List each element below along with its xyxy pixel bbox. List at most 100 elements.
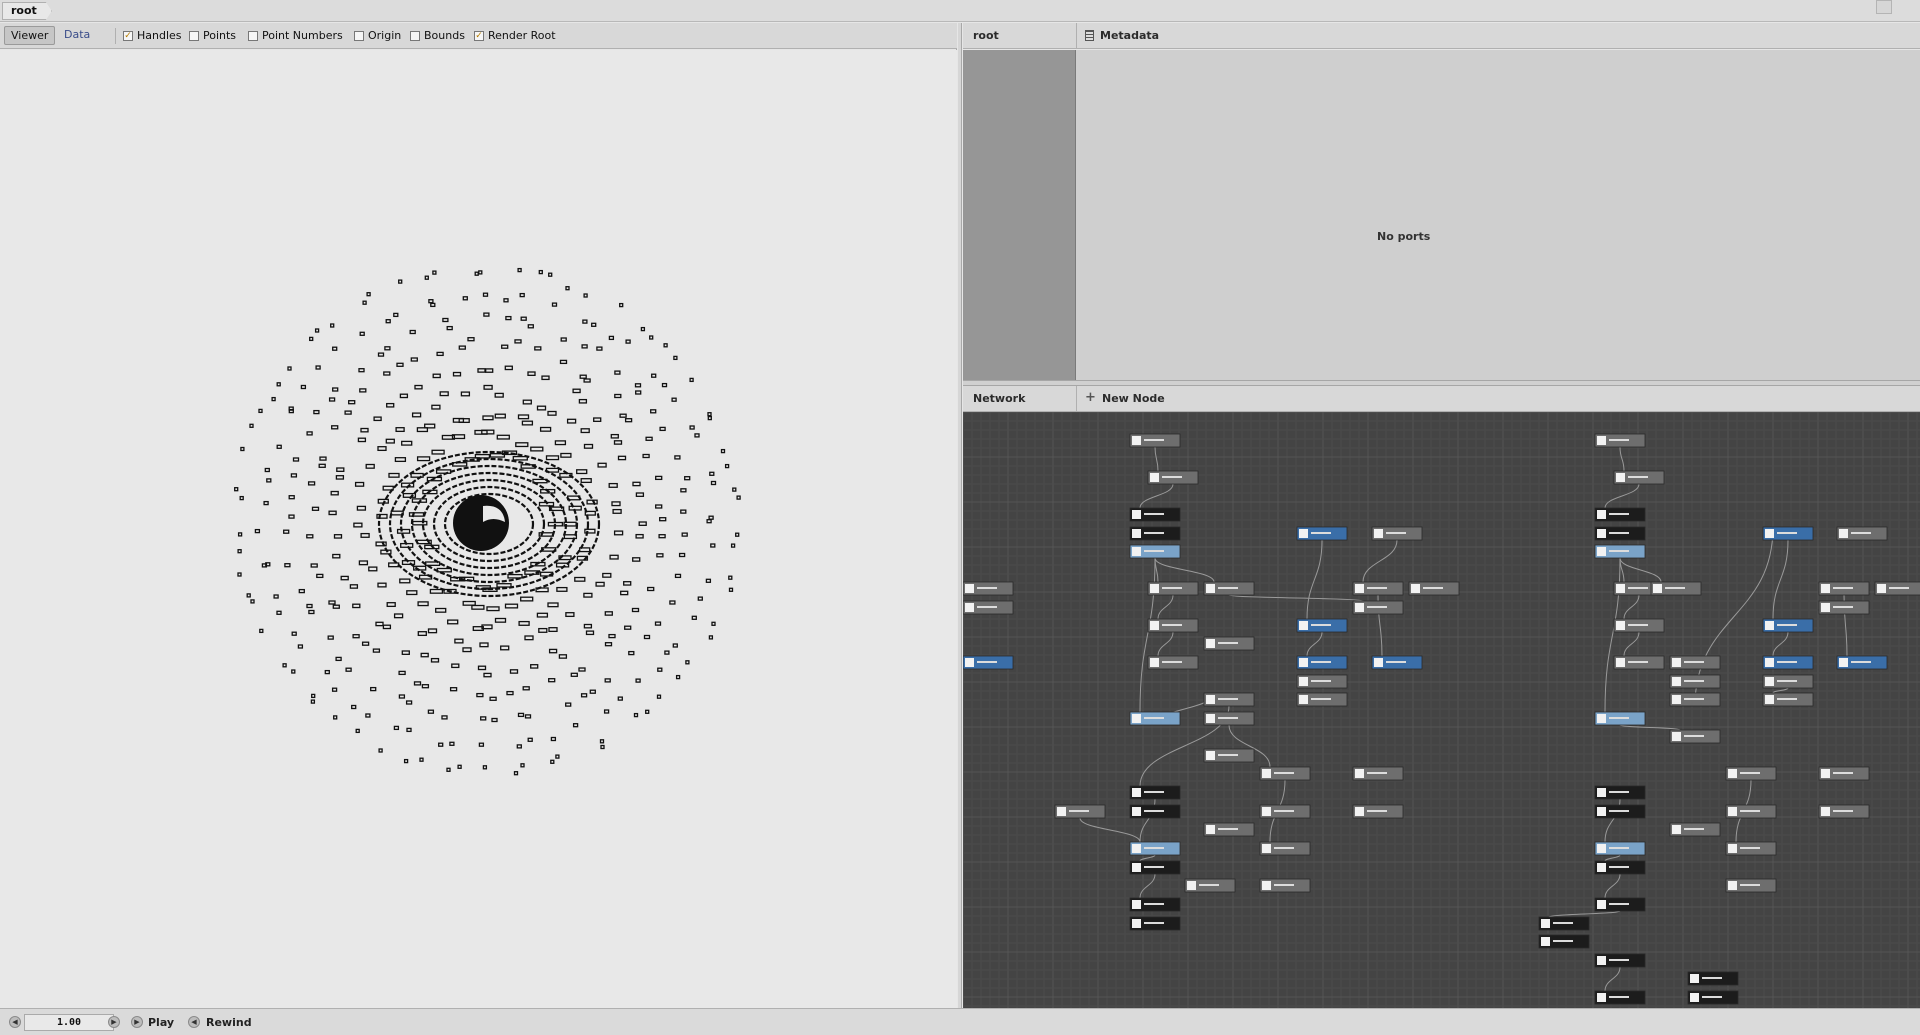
network-node[interactable] [1613,655,1665,670]
network-node[interactable] [1818,600,1870,615]
rewind-button[interactable]: Rewind [206,1016,252,1029]
network-node[interactable] [963,581,1014,596]
list-icon[interactable] [1085,30,1094,41]
network-node[interactable] [1296,618,1348,633]
tab-viewer[interactable]: Viewer [4,26,56,45]
network-node[interactable] [963,600,1014,615]
network-node[interactable] [1594,841,1646,856]
network-node[interactable] [1203,822,1255,837]
network-node[interactable] [1203,636,1255,651]
checkbox-icon[interactable] [189,30,199,41]
network-node[interactable] [1147,581,1199,596]
network-node[interactable] [1129,860,1181,875]
network-node[interactable] [1203,692,1255,707]
network-node[interactable] [1818,766,1870,781]
network-node[interactable] [1836,655,1888,670]
vertical-splitter[interactable] [958,23,962,1008]
network-node[interactable] [1613,618,1665,633]
checkbox-icon[interactable] [354,30,364,41]
viewer-canvas[interactable] [0,50,957,1008]
toggle-points[interactable]: Points [189,29,236,42]
breadcrumb-root[interactable]: root [2,2,52,20]
network-node[interactable] [1669,729,1721,744]
tab-data[interactable]: Data [58,26,96,45]
network-node[interactable] [1594,544,1646,559]
network-node[interactable] [1129,433,1181,448]
network-graph[interactable] [963,412,1920,1008]
network-node[interactable] [1594,433,1646,448]
network-node[interactable] [1352,600,1404,615]
network-node[interactable] [1184,878,1236,893]
arrow-right-icon[interactable]: ▶ [108,1016,120,1028]
network-node[interactable] [1594,711,1646,726]
network-node[interactable] [1147,618,1199,633]
network-node[interactable] [1594,860,1646,875]
network-node[interactable] [1818,581,1870,596]
network-node[interactable] [1762,692,1814,707]
check-icon[interactable]: ✓ [123,30,133,41]
network-node[interactable] [1725,841,1777,856]
network-node[interactable] [1669,655,1721,670]
network-node[interactable] [1296,655,1348,670]
network-node[interactable] [1259,804,1311,819]
network-node[interactable] [1352,766,1404,781]
network-node[interactable] [1669,822,1721,837]
network-node[interactable] [1762,618,1814,633]
check-icon[interactable]: ✓ [474,30,484,41]
network-node[interactable] [1613,470,1665,485]
toggle-render-root[interactable]: ✓ Render Root [474,29,556,42]
play-button[interactable]: Play [148,1016,174,1029]
network-node[interactable] [1129,804,1181,819]
network-node[interactable] [1687,990,1739,1005]
network-node[interactable] [1725,878,1777,893]
network-node[interactable] [1129,507,1181,522]
network-node[interactable] [1874,581,1920,596]
network-node[interactable] [1725,804,1777,819]
network-node[interactable] [1203,711,1255,726]
toggle-origin[interactable]: Origin [354,29,401,42]
network-node[interactable] [1296,692,1348,707]
toggle-point-numbers[interactable]: Point Numbers [248,29,343,42]
network-node[interactable] [1371,526,1423,541]
network-node[interactable] [1687,971,1739,986]
network-node[interactable] [1408,581,1460,596]
network-node[interactable] [1259,841,1311,856]
toggle-handles[interactable]: ✓ Handles [123,29,182,42]
network-node[interactable] [1054,804,1106,819]
network-node[interactable] [1594,990,1646,1005]
network-node[interactable] [1594,507,1646,522]
network-node[interactable] [1594,804,1646,819]
frame-field[interactable]: 1.00 [24,1014,114,1031]
network-node[interactable] [1818,804,1870,819]
network-node[interactable] [1762,526,1814,541]
network-node[interactable] [1129,711,1181,726]
network-node[interactable] [1129,526,1181,541]
network-node[interactable] [1669,692,1721,707]
network-node[interactable] [1836,526,1888,541]
network-node[interactable] [1203,581,1255,596]
network-node[interactable] [1129,897,1181,912]
network-node[interactable] [1594,785,1646,800]
network-node[interactable] [1594,526,1646,541]
new-node-button[interactable]: New Node [1102,392,1165,405]
toggle-bounds[interactable]: Bounds [410,29,465,42]
network-node[interactable] [1371,655,1423,670]
network-node[interactable] [1594,953,1646,968]
network-node[interactable] [1725,766,1777,781]
play-icon[interactable]: ▶ [131,1016,143,1028]
network-node[interactable] [1129,785,1181,800]
network-node[interactable] [963,655,1014,670]
network-node[interactable] [1259,878,1311,893]
network-node[interactable] [1147,655,1199,670]
network-node[interactable] [1352,581,1404,596]
network-node[interactable] [1594,897,1646,912]
network-node[interactable] [1762,674,1814,689]
network-node[interactable] [1538,934,1590,949]
metadata-label[interactable]: Metadata [1100,29,1159,42]
network-node[interactable] [1352,804,1404,819]
network-node[interactable] [1762,655,1814,670]
network-node[interactable] [1147,470,1199,485]
network-node[interactable] [1129,916,1181,931]
network-node[interactable] [1538,916,1590,931]
arrow-left-icon[interactable]: ◀ [9,1016,21,1028]
